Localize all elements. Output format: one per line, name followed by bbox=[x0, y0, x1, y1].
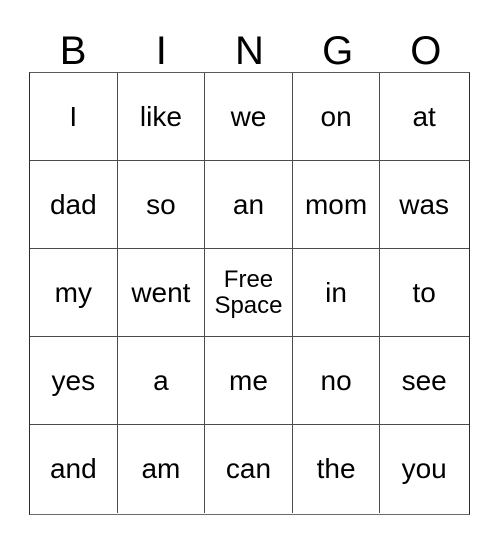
bingo-cell-r3c4[interactable]: in bbox=[293, 249, 381, 336]
bingo-cell-label: mom bbox=[304, 188, 368, 220]
bingo-cell-r5c1[interactable]: and bbox=[30, 425, 118, 513]
bingo-cell-label: like bbox=[139, 100, 182, 132]
header-letter-g: G bbox=[322, 29, 354, 73]
header-letter-b: B bbox=[59, 29, 87, 73]
bingo-cell-label: the bbox=[316, 453, 356, 484]
bingo-cell-r5c3[interactable]: can bbox=[205, 425, 293, 513]
bingo-cell-r1c5[interactable]: at bbox=[380, 73, 468, 160]
bingo-cell-r4c4[interactable]: no bbox=[293, 337, 381, 424]
bingo-cell-r5c4[interactable]: the bbox=[293, 425, 381, 513]
header-letter-n: N bbox=[235, 29, 264, 73]
bingo-cell-r5c5[interactable]: you bbox=[380, 425, 468, 513]
bingo-cell-r2c2[interactable]: so bbox=[118, 161, 206, 248]
bingo-cell-label: a bbox=[153, 364, 169, 396]
bingo-cell-label: we bbox=[230, 100, 267, 132]
bingo-row-1: I like we on at bbox=[30, 73, 469, 161]
bingo-cell-r2c1[interactable]: dad bbox=[30, 161, 118, 248]
bingo-cell-label: and bbox=[49, 453, 97, 484]
bingo-cell-label: was bbox=[399, 188, 450, 220]
bingo-cell-label: at bbox=[412, 100, 436, 132]
bingo-cell-label: so bbox=[146, 188, 176, 220]
header-letter-o: O bbox=[410, 29, 442, 73]
bingo-row-3: my went Free Space in to bbox=[30, 249, 469, 337]
bingo-cell-label: me bbox=[229, 364, 268, 396]
bingo-cell-label: I bbox=[69, 100, 78, 132]
bingo-row-4: yes a me no see bbox=[30, 337, 469, 425]
bingo-cell-label: can bbox=[225, 453, 272, 484]
bingo-cell-label: on bbox=[320, 100, 352, 132]
free-space-label: Free Space bbox=[214, 265, 283, 319]
bingo-cell-r2c5[interactable]: was bbox=[380, 161, 468, 248]
bingo-row-2: dad so an mom was bbox=[30, 161, 469, 249]
bingo-cell-label: am bbox=[141, 453, 181, 484]
bingo-cell-r5c2[interactable]: am bbox=[118, 425, 206, 513]
bingo-row-5: and am can the you bbox=[30, 425, 469, 513]
bingo-cell-r1c2[interactable]: like bbox=[118, 73, 206, 160]
bingo-cell-r2c3[interactable]: an bbox=[205, 161, 293, 248]
bingo-cell-r4c5[interactable]: see bbox=[380, 337, 468, 424]
bingo-cell-label: yes bbox=[51, 364, 96, 396]
bingo-cell-label: an bbox=[232, 188, 265, 220]
bingo-cell-r1c1[interactable]: I bbox=[30, 73, 118, 160]
bingo-cell-label: see bbox=[401, 364, 447, 396]
bingo-cell-label: my bbox=[54, 276, 92, 308]
bingo-cell-r1c3[interactable]: we bbox=[205, 73, 293, 160]
bingo-cell-label: dad bbox=[49, 188, 97, 220]
bingo-cell-label: no bbox=[320, 364, 352, 396]
bingo-cell-free-space[interactable]: Free Space bbox=[205, 249, 293, 336]
bingo-cell-r4c2[interactable]: a bbox=[118, 337, 206, 424]
bingo-cell-label: to bbox=[412, 276, 436, 308]
bingo-cell-r4c3[interactable]: me bbox=[205, 337, 293, 424]
bingo-grid: I like we on at dad so an mom was my wen… bbox=[29, 72, 470, 515]
bingo-cell-r3c5[interactable]: to bbox=[380, 249, 468, 336]
bingo-cell-label: you bbox=[401, 453, 447, 484]
bingo-card: B I N G O I like we on at dad so an mom … bbox=[0, 0, 500, 544]
bingo-cell-r3c2[interactable]: went bbox=[118, 249, 206, 336]
bingo-cell-r2c4[interactable]: mom bbox=[293, 161, 381, 248]
bingo-header-row: B I N G O bbox=[29, 22, 470, 72]
bingo-cell-r4c1[interactable]: yes bbox=[30, 337, 118, 424]
bingo-cell-label: in bbox=[325, 276, 347, 308]
bingo-cell-r1c4[interactable]: on bbox=[293, 73, 381, 160]
bingo-cell-r3c1[interactable]: my bbox=[30, 249, 118, 336]
bingo-cell-label: went bbox=[131, 276, 191, 308]
header-letter-i: I bbox=[155, 29, 167, 73]
